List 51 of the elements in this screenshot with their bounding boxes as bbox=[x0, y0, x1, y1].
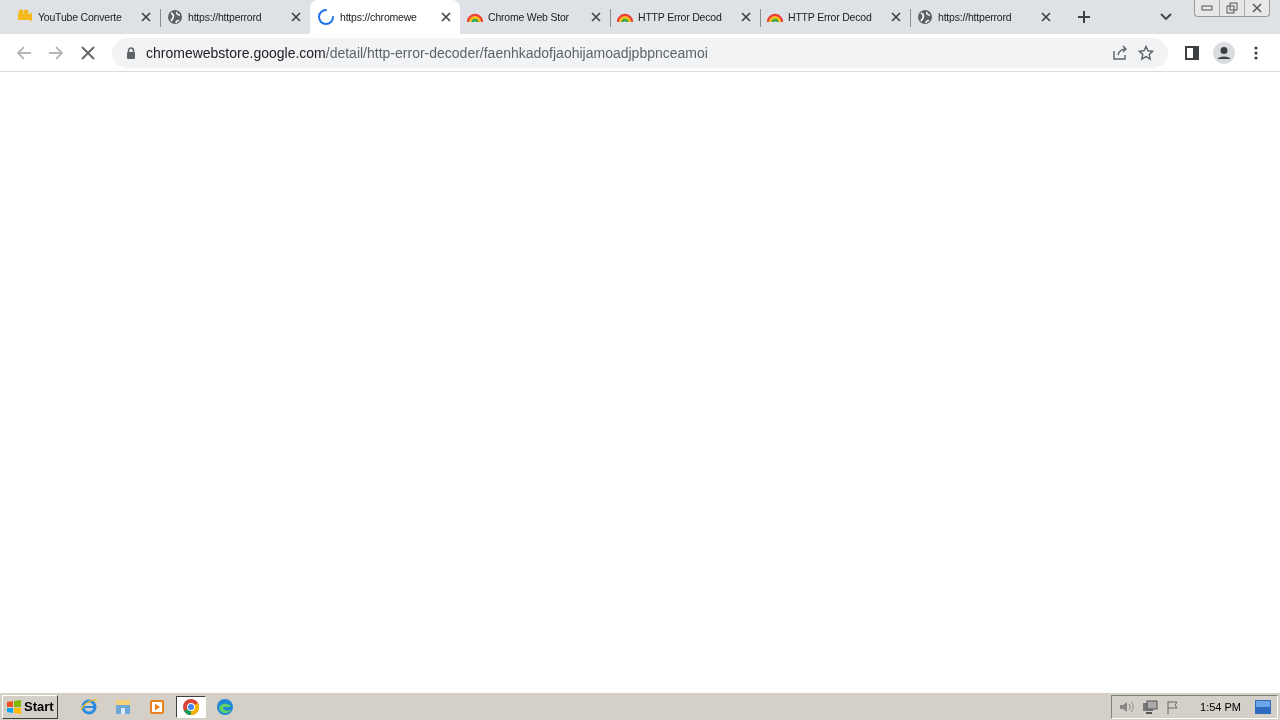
chevron-down-icon[interactable] bbox=[1160, 13, 1172, 21]
browser-tab[interactable]: HTTP Error Decod bbox=[610, 0, 760, 34]
tab-title: Chrome Web Stor bbox=[488, 11, 570, 23]
close-icon[interactable] bbox=[139, 12, 153, 22]
browser-tab[interactable]: YouTube Converte bbox=[10, 0, 160, 34]
restore-icon[interactable] bbox=[1226, 2, 1238, 14]
tab-title: https://httperrord bbox=[188, 11, 263, 23]
browser-tab[interactable]: HTTP Error Decod bbox=[760, 0, 910, 34]
lock-icon bbox=[126, 46, 136, 59]
new-tab-icon[interactable] bbox=[1077, 10, 1091, 24]
share-icon[interactable] bbox=[1112, 44, 1128, 61]
tab-title: HTTP Error Decod bbox=[638, 11, 723, 23]
tab-title: HTTP Error Decod bbox=[788, 11, 873, 23]
globe-icon bbox=[167, 9, 183, 25]
globe-icon bbox=[917, 9, 933, 25]
close-icon[interactable] bbox=[289, 12, 303, 22]
close-icon[interactable] bbox=[439, 12, 453, 22]
side-panel-icon[interactable] bbox=[1185, 45, 1199, 60]
clock[interactable]: 1:54 PM bbox=[1200, 700, 1241, 713]
show-desktop-icon[interactable] bbox=[1255, 699, 1271, 714]
start-label: Start bbox=[24, 699, 54, 714]
tab-title: https://chromewe bbox=[340, 11, 418, 23]
loading-spinner-icon bbox=[317, 8, 335, 26]
profile-avatar-icon[interactable] bbox=[1213, 41, 1235, 64]
browser-tab[interactable]: Chrome Web Stor bbox=[460, 0, 610, 34]
play-icon[interactable] bbox=[147, 697, 166, 716]
close-icon[interactable] bbox=[1039, 12, 1053, 22]
browser-tab[interactable]: https://chromewe bbox=[310, 0, 460, 34]
rainbow-icon bbox=[617, 12, 633, 22]
stop-icon[interactable] bbox=[81, 45, 95, 60]
url-path: /detail/http-error-decoder/faenhkadofjaohijamoadjpbpnceamoi bbox=[325, 44, 708, 61]
network-icon[interactable] bbox=[1142, 699, 1159, 714]
rainbow-icon bbox=[767, 12, 783, 22]
windows-flag-icon bbox=[6, 699, 22, 714]
menu-icon[interactable] bbox=[1254, 45, 1258, 60]
browser-tab[interactable]: https://httperrord bbox=[910, 0, 1060, 34]
tab-title: https://httperrord bbox=[938, 11, 1013, 23]
browser-tab[interactable]: https://httperrord bbox=[160, 0, 310, 34]
url-host: chromewebstore.google.com bbox=[146, 44, 326, 61]
flag-icon[interactable] bbox=[1166, 699, 1181, 714]
minimize-icon[interactable] bbox=[1201, 5, 1213, 11]
star-icon[interactable] bbox=[1138, 44, 1154, 61]
chrome-icon[interactable] bbox=[181, 697, 200, 716]
close-icon[interactable] bbox=[1251, 3, 1263, 13]
start-button[interactable]: Start bbox=[2, 694, 58, 719]
address-bar[interactable]: chromewebstore.google.com/detail/http-error-decoder/faenhkadofjaohijamoadjpbpnceamoi bbox=[112, 37, 1168, 68]
tab-title: YouTube Converte bbox=[38, 11, 123, 23]
close-icon[interactable] bbox=[739, 12, 753, 22]
close-icon[interactable] bbox=[589, 12, 603, 22]
close-icon[interactable] bbox=[889, 12, 903, 22]
rainbow-icon bbox=[467, 12, 483, 22]
